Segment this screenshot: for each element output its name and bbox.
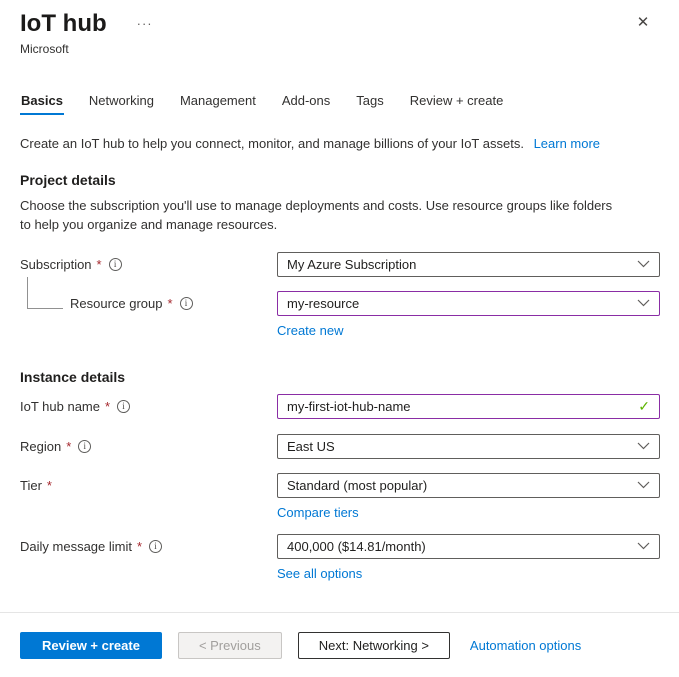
intro-text: Create an IoT hub to help you connect, m… bbox=[0, 136, 679, 151]
tier-dropdown[interactable]: Standard (most popular) bbox=[277, 473, 660, 498]
region-row: Region * i East US bbox=[0, 434, 679, 459]
tab-tags[interactable]: Tags bbox=[355, 93, 384, 115]
subscription-value: My Azure Subscription bbox=[287, 257, 629, 272]
previous-button[interactable]: < Previous bbox=[178, 632, 282, 659]
chevron-down-icon bbox=[637, 481, 650, 489]
learn-more-link[interactable]: Learn more bbox=[534, 136, 600, 151]
required-asterisk: * bbox=[105, 399, 110, 414]
iot-hub-name-input[interactable] bbox=[287, 399, 630, 414]
compare-tiers-link[interactable]: Compare tiers bbox=[277, 505, 359, 520]
info-icon[interactable]: i bbox=[149, 540, 162, 553]
page-title: IoT hub bbox=[20, 10, 107, 38]
instance-details-heading: Instance details bbox=[0, 369, 679, 385]
wizard-tabs: Basics Networking Management Add-ons Tag… bbox=[0, 93, 679, 115]
subscription-dropdown[interactable]: My Azure Subscription bbox=[277, 252, 660, 277]
hierarchy-connector-line bbox=[27, 277, 63, 309]
close-button[interactable]: ✕ bbox=[633, 12, 653, 32]
tab-networking[interactable]: Networking bbox=[88, 93, 155, 115]
see-all-options-link[interactable]: See all options bbox=[277, 566, 362, 581]
daily-message-limit-label: Daily message limit bbox=[20, 539, 132, 554]
required-asterisk: * bbox=[66, 439, 71, 454]
create-new-link[interactable]: Create new bbox=[277, 323, 343, 338]
daily-message-limit-value: 400,000 ($14.81/month) bbox=[287, 539, 629, 554]
iot-hub-name-field: ✓ bbox=[277, 394, 660, 419]
chevron-down-icon bbox=[637, 442, 650, 450]
publisher-label: Microsoft bbox=[20, 42, 659, 56]
tab-basics[interactable]: Basics bbox=[20, 93, 64, 115]
daily-message-limit-dropdown[interactable]: 400,000 ($14.81/month) bbox=[277, 534, 660, 559]
panel-header: IoT hub ··· ✕ Microsoft bbox=[0, 0, 679, 56]
resource-group-row: Resource group * i my-resource Create ne… bbox=[0, 291, 679, 338]
subscription-row: Subscription * i My Azure Subscription bbox=[0, 252, 679, 277]
info-icon[interactable]: i bbox=[109, 258, 122, 271]
required-asterisk: * bbox=[97, 257, 102, 272]
project-details-description: Choose the subscription you'll use to ma… bbox=[0, 197, 645, 235]
next-networking-button[interactable]: Next: Networking > bbox=[298, 632, 450, 659]
required-asterisk: * bbox=[168, 296, 173, 311]
automation-options-link[interactable]: Automation options bbox=[470, 638, 581, 653]
tab-add-ons[interactable]: Add-ons bbox=[281, 93, 331, 115]
close-icon: ✕ bbox=[637, 13, 650, 31]
project-details-heading: Project details bbox=[0, 172, 679, 188]
info-icon[interactable]: i bbox=[78, 440, 91, 453]
chevron-down-icon bbox=[637, 299, 650, 307]
info-icon[interactable]: i bbox=[117, 400, 130, 413]
subscription-label: Subscription bbox=[20, 257, 92, 272]
region-value: East US bbox=[287, 439, 629, 454]
tier-label: Tier bbox=[20, 478, 42, 493]
chevron-down-icon bbox=[637, 260, 650, 268]
instance-details-form: IoT hub name * i ✓ Region * i East US bbox=[0, 394, 679, 581]
daily-message-limit-row: Daily message limit * i 400,000 ($14.81/… bbox=[0, 534, 679, 581]
chevron-down-icon bbox=[637, 542, 650, 550]
tier-row: Tier * Standard (most popular) Compare t… bbox=[0, 473, 679, 520]
project-details-form: Subscription * i My Azure Subscription R… bbox=[0, 252, 679, 338]
tier-value: Standard (most popular) bbox=[287, 478, 629, 493]
required-asterisk: * bbox=[47, 478, 52, 493]
required-asterisk: * bbox=[137, 539, 142, 554]
tab-review-create[interactable]: Review + create bbox=[409, 93, 505, 115]
resource-group-value: my-resource bbox=[287, 296, 629, 311]
region-dropdown[interactable]: East US bbox=[277, 434, 660, 459]
region-label: Region bbox=[20, 439, 61, 454]
more-options-button[interactable]: ··· bbox=[137, 19, 153, 29]
info-icon[interactable]: i bbox=[180, 297, 193, 310]
valid-check-icon: ✓ bbox=[638, 398, 650, 415]
review-create-button[interactable]: Review + create bbox=[20, 632, 162, 659]
iot-hub-name-label: IoT hub name bbox=[20, 399, 100, 414]
create-iot-hub-panel: IoT hub ··· ✕ Microsoft Basics Networkin… bbox=[0, 0, 679, 581]
iot-hub-name-row: IoT hub name * i ✓ bbox=[0, 394, 679, 419]
ellipsis-icon: ··· bbox=[137, 16, 153, 31]
wizard-footer: Review + create < Previous Next: Network… bbox=[0, 612, 679, 677]
resource-group-dropdown[interactable]: my-resource bbox=[277, 291, 660, 316]
tab-management[interactable]: Management bbox=[179, 93, 257, 115]
